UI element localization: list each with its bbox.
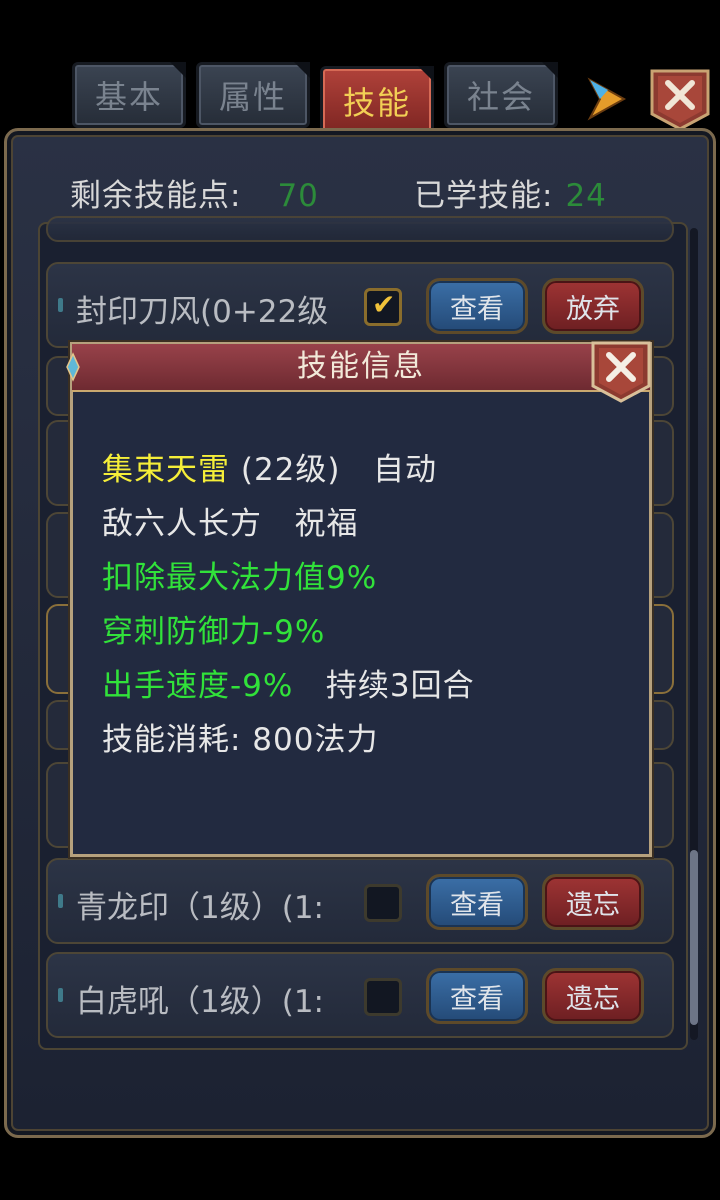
row-bullet [58,988,63,1002]
skill-checkbox[interactable] [364,288,402,326]
list-item-partial [46,216,674,242]
dialog-title: 技能信息 [297,349,425,384]
skill-title-line: 集束天雷 (22级) 自动 [102,444,437,489]
skill-level: (22级) [230,452,341,488]
learned-skills-value: 24 [565,178,607,214]
abandon-button[interactable]: 放弃 [542,278,644,334]
skill-name: 封印刀风(0+22级 [76,294,329,330]
tab-attributes[interactable]: 属性 [196,62,310,128]
tab-social[interactable]: 社会 [444,62,558,128]
tab-basic[interactable]: 基本 [72,62,186,128]
row-bullet [58,894,63,908]
remaining-points-label: 剩余技能点: [70,178,242,214]
remaining-points: 剩余技能点: 70 [70,170,319,215]
learned-skills-label: 已学技能: [414,178,554,214]
row-bullet [58,298,63,312]
skill-target: 敌六人长方 祝福 [102,506,359,542]
next-arrow-icon[interactable] [584,76,628,122]
skill-effect: 出手速度-9% [102,668,294,704]
tab-social-label: 社会 [466,78,535,116]
skill-duration: 持续3回合 [293,668,475,704]
scrollbar-thumb[interactable] [690,850,698,1025]
skill-info-dialog [70,342,652,857]
forget-button[interactable]: 遗忘 [542,968,644,1024]
tab-skills[interactable]: 技能 [320,66,434,136]
learned-skills: 已学技能: 24 [414,170,607,215]
skill-checkbox[interactable] [364,978,402,1016]
skill-row: 封印刀风(0+22级 查看 放弃 [46,262,674,348]
skill-name: 集束天雷 [102,452,230,488]
skill-effect: 扣除最大法力值9% [102,560,378,596]
skill-name: 青龙印（1级）(1: [76,890,324,926]
view-button[interactable]: 查看 [426,278,528,334]
skill-cost: 技能消耗: 800法力 [102,722,379,758]
skill-effect: 穿刺防御力-9% [102,614,326,650]
skill-checkbox[interactable] [364,884,402,922]
close-icon[interactable] [649,68,711,132]
view-button[interactable]: 查看 [426,874,528,930]
tab-skills-label: 技能 [342,84,411,122]
tab-attributes-label: 属性 [218,78,287,116]
skill-row: 白虎吼（1级）(1: 查看 遗忘 [46,952,674,1038]
close-icon[interactable] [590,340,652,404]
remaining-points-value: 70 [277,178,319,214]
forget-button[interactable]: 遗忘 [542,874,644,930]
skill-row: 青龙印（1级）(1: 查看 遗忘 [46,858,674,944]
skill-mode: 自动 [340,452,438,488]
skill-effect-line: 出手速度-9% 持续3回合 [102,660,475,705]
tab-basic-label: 基本 [94,78,163,116]
view-button[interactable]: 查看 [426,968,528,1024]
skill-name: 白虎吼（1级）(1: [76,984,324,1020]
